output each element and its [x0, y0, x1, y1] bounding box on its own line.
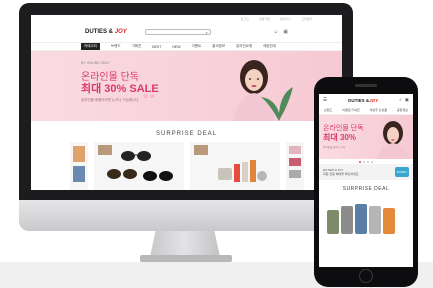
mobile-banner-line2: 최대 30%	[323, 133, 356, 142]
promo-line2: 회원 전용 혜택을 확인하세요	[323, 172, 359, 176]
search-input[interactable]: ⌕	[144, 29, 211, 35]
product-tile[interactable]	[93, 142, 184, 190]
mobile-header: ☰ DUTIES &JOY ⌕ ▣	[319, 94, 413, 106]
flower-decoration: ✿ ❀	[143, 94, 155, 100]
nav-item[interactable]: BEST	[152, 45, 161, 49]
cart-icon[interactable]: ▣	[405, 97, 409, 103]
mobile-nav-item[interactable]: 브랜드	[324, 108, 332, 112]
mobile-header-icons: ⌕ ▣	[399, 97, 409, 103]
nav-category-button[interactable]: 카테고리	[81, 43, 100, 50]
banner-eyebrow: BY ONLINE ONLY	[81, 61, 110, 65]
imac-chin	[19, 200, 353, 231]
mobile-logo[interactable]: DUTIES &JOY	[348, 98, 378, 103]
top-links: 로그인 회원가입 장바구니 고객센터	[31, 15, 342, 22]
luggage-image	[355, 204, 367, 234]
cart-icon[interactable]: ▣	[283, 29, 288, 35]
main-nav: 카테고리 브랜드 기획전 BEST NEW 이벤트 출국정보 온라인쇼핑 매장안…	[31, 42, 342, 51]
imac-base	[140, 255, 232, 262]
mobile-nav-item[interactable]: 이벤트/기획전	[342, 108, 359, 112]
imac-stand	[150, 231, 220, 257]
device-mockup: 로그인 회원가입 장바구니 고객센터 DUTIES & JOY ⌕ ☺ ▣ 카테…	[0, 0, 433, 288]
nav-item[interactable]: 이벤트	[192, 44, 202, 49]
nav-item[interactable]: 브랜드	[111, 44, 121, 49]
top-link[interactable]: 로그인	[241, 17, 249, 21]
top-link[interactable]: 장바구니	[280, 17, 291, 21]
product-tile[interactable]	[69, 142, 88, 190]
mobile-product-row[interactable]	[319, 196, 413, 236]
nav-item[interactable]: 매장안내	[263, 44, 276, 49]
search-icon[interactable]: ⌕	[205, 30, 207, 35]
menu-icon[interactable]: ☰	[323, 97, 327, 103]
mobile-nav-item[interactable]: 이번주 신상품	[370, 108, 387, 112]
promo-badge: EVENT	[395, 167, 409, 177]
mobile-banner-subtitle: 온라인몰 회원 누구나	[323, 146, 346, 149]
promo-strip[interactable]: DUTIES & JOY 회원 전용 혜택을 확인하세요 EVENT	[319, 164, 413, 180]
site-header: DUTIES & JOY ⌕ ☺ ▣	[31, 22, 342, 42]
product-thumbnail	[97, 145, 112, 155]
luggage-image	[341, 206, 353, 234]
phone-speaker	[355, 84, 377, 87]
header-icons: ☺ ▣	[273, 29, 288, 35]
luggage-image	[383, 208, 395, 234]
mobile-nav-item[interactable]: 공항정보	[397, 108, 408, 112]
mobile-screen: ☰ DUTIES &JOY ⌕ ▣ 브랜드 이벤트/기획전 이번주 신상품 공항…	[319, 94, 413, 267]
nav-item[interactable]: 온라인쇼핑	[236, 44, 252, 49]
product-thumbnail	[193, 145, 208, 155]
product-row	[31, 142, 342, 190]
section-title: SURPRISE DEAL	[155, 131, 217, 137]
mobile-nav: 브랜드 이벤트/기획전 이번주 신상품 공항정보	[319, 106, 413, 115]
palm-leaf-decoration	[261, 87, 293, 121]
user-icon[interactable]: ☺	[273, 29, 278, 35]
nav-item[interactable]: NEW	[172, 45, 180, 49]
model-image	[377, 121, 409, 159]
desktop-screen: 로그인 회원가입 장바구니 고객센터 DUTIES & JOY ⌕ ☺ ▣ 카테…	[31, 15, 342, 190]
banner-subtitle: 온라인몰 회원이라면 누구나 가능합니다	[81, 98, 139, 102]
luggage-image	[327, 210, 339, 234]
product-tile[interactable]	[189, 142, 280, 190]
hero-banner[interactable]: BY ONLINE ONLY 온라인몰 단독 최대 30% SALE 온라인몰 …	[31, 51, 342, 121]
mobile-hero-banner[interactable]: 온라인몰 단독 최대 30% 온라인몰 회원 누구나	[319, 115, 413, 159]
top-link[interactable]: 회원가입	[259, 17, 270, 21]
home-button[interactable]	[359, 269, 373, 283]
product-tile[interactable]	[285, 142, 304, 190]
nav-item[interactable]: 출국정보	[212, 44, 225, 49]
search-icon[interactable]: ⌕	[399, 97, 402, 103]
site-logo[interactable]: DUTIES & JOY	[85, 29, 127, 35]
nav-item[interactable]: 기획전	[132, 44, 142, 49]
mobile-section-title: SURPRISE DEAL	[342, 186, 390, 192]
top-link[interactable]: 고객센터	[301, 17, 312, 21]
luggage-image	[369, 206, 381, 234]
